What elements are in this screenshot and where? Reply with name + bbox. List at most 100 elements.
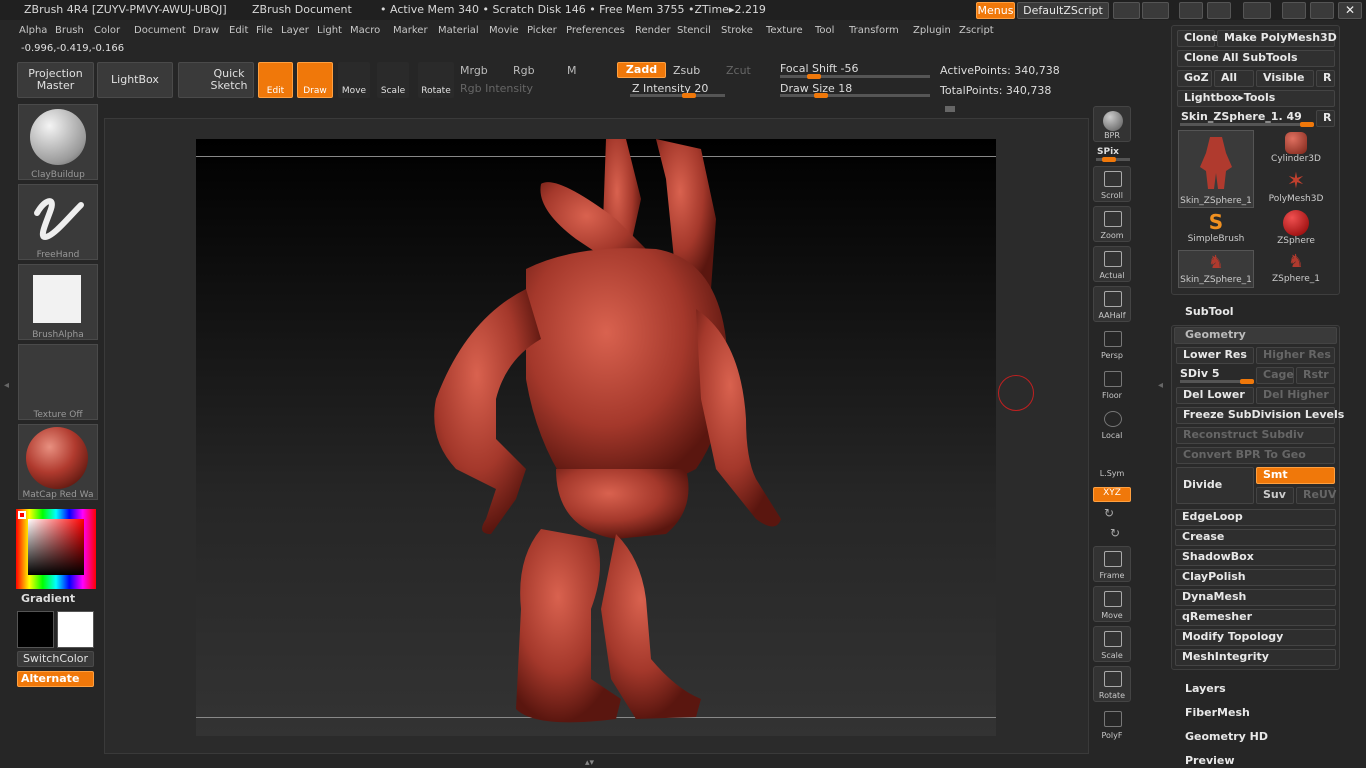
menu-stroke[interactable]: Stroke — [721, 25, 753, 36]
claypolish-section[interactable]: ClayPolish — [1175, 569, 1336, 586]
higher-res-button[interactable]: Higher Res — [1256, 347, 1335, 364]
forward-icon[interactable] — [1142, 2, 1169, 19]
polyf-button[interactable]: PolyF — [1093, 706, 1131, 742]
scroll-button[interactable]: Scroll — [1093, 166, 1131, 202]
frame-button[interactable]: Frame — [1093, 546, 1131, 582]
suv-toggle[interactable]: Suv — [1256, 487, 1294, 504]
dynamesh-section[interactable]: DynaMesh — [1175, 589, 1336, 606]
goz-button[interactable]: GoZ — [1177, 70, 1212, 87]
clone-all-subtools-button[interactable]: Clone All SubTools — [1177, 50, 1335, 67]
gradient-label[interactable]: Gradient — [21, 592, 75, 605]
secondary-color-swatch[interactable] — [57, 611, 94, 648]
m-button[interactable]: M — [567, 64, 577, 77]
menus-button[interactable]: Menus — [976, 2, 1015, 19]
layers-section[interactable]: Layers — [1185, 682, 1226, 695]
crease-section[interactable]: Crease — [1175, 529, 1336, 546]
stroke-selector[interactable]: FreeHand — [18, 184, 98, 260]
qremesher-section[interactable]: qRemesher — [1175, 609, 1336, 626]
menu-zscript[interactable]: Zscript — [959, 25, 994, 36]
sdiv-slider[interactable]: SDiv 5 — [1180, 367, 1219, 380]
preview-section[interactable]: Preview — [1185, 754, 1235, 767]
menu-file[interactable]: File — [256, 25, 273, 36]
menu-preferences[interactable]: Preferences — [566, 25, 625, 36]
menu-color[interactable]: Color — [94, 25, 120, 36]
rotate-y-icon[interactable]: ↻ — [1104, 506, 1114, 520]
geometry-header[interactable]: Geometry — [1174, 327, 1337, 344]
freeze-subdivision-button[interactable]: Freeze SubDivision Levels — [1176, 407, 1344, 424]
tool-thumb-zsphere[interactable]: ZSphere — [1258, 210, 1334, 248]
smt-toggle[interactable]: Smt — [1256, 467, 1335, 484]
color-picker[interactable] — [16, 509, 96, 589]
menu-picker[interactable]: Picker — [527, 25, 557, 36]
local-button[interactable]: Local — [1093, 406, 1131, 442]
menu-material[interactable]: Material — [438, 25, 479, 36]
xyz-button[interactable]: XYZ — [1093, 487, 1131, 502]
rstr-button[interactable]: Rstr — [1296, 367, 1335, 384]
goz-all-button[interactable]: All — [1214, 70, 1254, 87]
zadd-button[interactable]: Zadd — [617, 62, 666, 78]
menu-draw[interactable]: Draw — [193, 25, 219, 36]
zsub-button[interactable]: Zsub — [673, 64, 700, 77]
mrgb-button[interactable]: Mrgb — [460, 64, 488, 77]
tool-thumb-simplebrush[interactable]: S SimpleBrush — [1178, 210, 1254, 248]
sdiv-track[interactable] — [1180, 379, 1254, 384]
menu-layer[interactable]: Layer — [281, 25, 309, 36]
menu-zplugin[interactable]: Zplugin — [913, 25, 951, 36]
draw-button[interactable]: Draw — [297, 62, 333, 98]
menu-brush[interactable]: Brush — [55, 25, 84, 36]
rewind-icon[interactable] — [1113, 2, 1140, 19]
menu-texture[interactable]: Texture — [766, 25, 803, 36]
ui-layout-icon[interactable] — [1207, 2, 1231, 19]
cage-button[interactable]: Cage — [1256, 367, 1294, 384]
aahalf-button[interactable]: AAHalf — [1093, 286, 1131, 322]
fibermesh-section[interactable]: FiberMesh — [1185, 706, 1250, 719]
edgeloop-section[interactable]: EdgeLoop — [1175, 509, 1336, 526]
texture-selector[interactable]: Texture Off — [18, 344, 98, 420]
clone-button[interactable]: Clone — [1177, 30, 1219, 47]
draw-size-track[interactable] — [780, 93, 930, 98]
menu-render[interactable]: Render — [635, 25, 671, 36]
tool-thumb-skin-zsphere-2[interactable]: ♞ Skin_ZSphere_1 — [1178, 250, 1254, 288]
geometry-hd-section[interactable]: Geometry HD — [1185, 730, 1268, 743]
tool-thumb-zsphere-1[interactable]: ♞ ZSphere_1 — [1258, 250, 1334, 288]
scale-view-button[interactable]: Scale — [1093, 626, 1131, 662]
subtool-section[interactable]: SubTool — [1185, 305, 1234, 318]
menu-document[interactable]: Document — [134, 25, 186, 36]
lsym-button[interactable]: L.Sym — [1093, 452, 1131, 480]
menu-movie[interactable]: Movie — [489, 25, 519, 36]
lower-res-button[interactable]: Lower Res — [1176, 347, 1254, 364]
color-square[interactable] — [28, 519, 84, 575]
tool-thumb-cylinder3d[interactable]: Cylinder3D — [1258, 130, 1334, 168]
floor-button[interactable]: Floor — [1093, 366, 1131, 402]
left-tray-arrow-icon[interactable]: ◂ — [4, 380, 10, 404]
close-icon[interactable]: ✕ — [1338, 2, 1362, 19]
menu-macro[interactable]: Macro — [350, 25, 380, 36]
current-tool-track[interactable] — [1180, 122, 1314, 127]
switch-color-button[interactable]: SwitchColor — [17, 651, 94, 667]
menu-transform[interactable]: Transform — [849, 25, 899, 36]
del-higher-button[interactable]: Del Higher — [1256, 387, 1335, 404]
meshintegrity-section[interactable]: MeshIntegrity — [1175, 649, 1336, 666]
bottom-tray-arrow-icon[interactable]: ▴▾ — [585, 758, 605, 768]
quick-sketch-button[interactable]: Quick Sketch — [178, 62, 254, 98]
brush-selector[interactable]: ClayBuildup — [18, 104, 98, 180]
menu-tool[interactable]: Tool — [815, 25, 834, 36]
reconstruct-subdiv-button[interactable]: Reconstruct Subdiv — [1176, 427, 1335, 444]
lightbox-tools-button[interactable]: Lightbox▸Tools — [1177, 90, 1335, 107]
z-intensity-track[interactable] — [630, 93, 725, 98]
lightbox-button[interactable]: LightBox — [97, 62, 173, 98]
current-tool-r-button[interactable]: R — [1316, 110, 1335, 127]
rgb-button[interactable]: Rgb — [513, 64, 535, 77]
projection-master-button[interactable]: Projection Master — [17, 62, 94, 98]
shadowbox-section[interactable]: ShadowBox — [1175, 549, 1336, 566]
make-polymesh-button[interactable]: Make PolyMesh3D — [1217, 30, 1337, 47]
layout-icon[interactable] — [1179, 2, 1203, 19]
spix-label[interactable]: SPix — [1097, 147, 1119, 157]
tool-thumb-skin-zsphere[interactable]: Skin_ZSphere_1 — [1178, 130, 1254, 208]
menu-light[interactable]: Light — [317, 25, 342, 36]
maximize-icon[interactable] — [1310, 2, 1334, 19]
lock-icon[interactable] — [1243, 2, 1271, 19]
zoom-button[interactable]: Zoom — [1093, 206, 1131, 242]
document-canvas[interactable] — [196, 139, 996, 736]
default-zscript-button[interactable]: DefaultZScript — [1017, 2, 1109, 19]
